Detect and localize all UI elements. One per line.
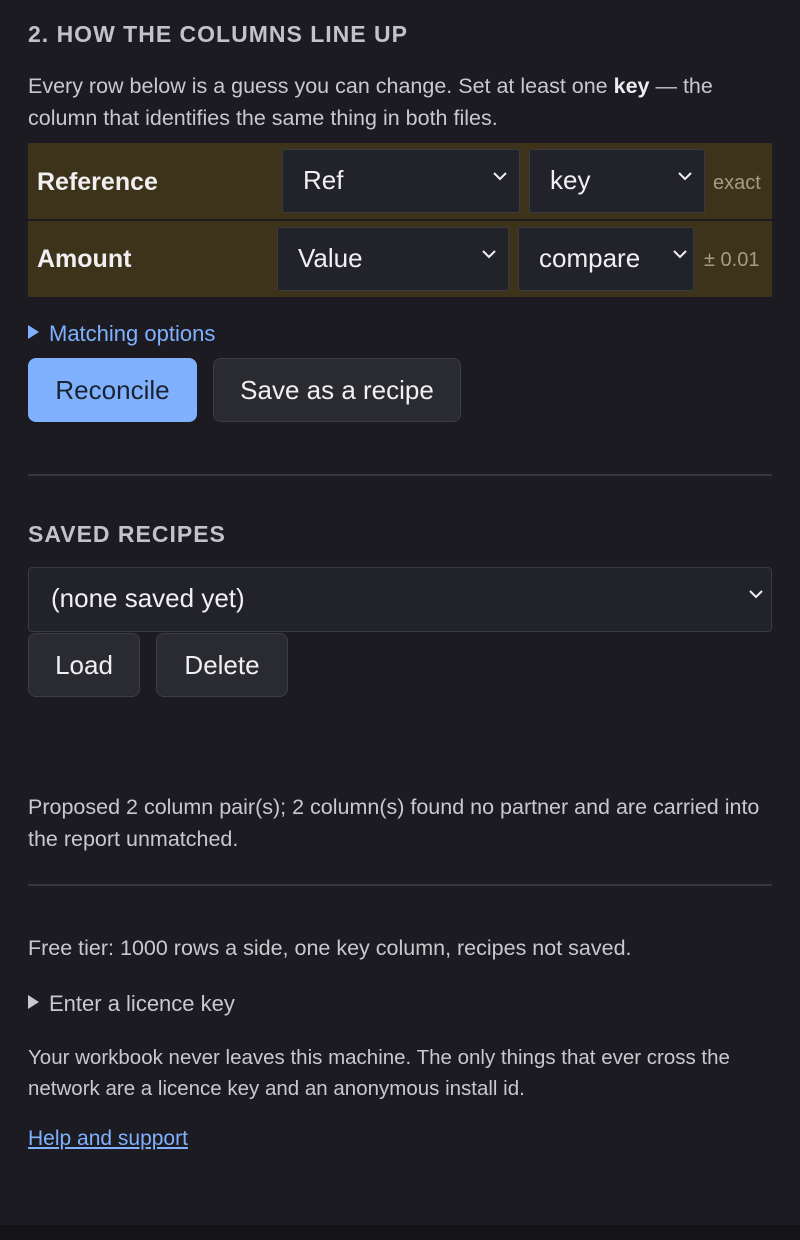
key-emphasis: key (613, 74, 650, 98)
mapping-row-reference: Reference Ref key exact (28, 143, 772, 219)
delete-recipe-button[interactable]: Delete (156, 633, 288, 697)
tolerance-note: ± 0.01 (704, 249, 760, 271)
recipe-select[interactable]: (none saved yet) (28, 567, 772, 632)
bottom-bar (0, 1225, 800, 1240)
save-recipe-button[interactable]: Save as a recipe (213, 358, 461, 422)
mapping-column-label: Amount (37, 245, 132, 273)
column-role-value: key (550, 165, 591, 195)
partner-column-select[interactable]: Ref (282, 149, 520, 213)
disclosure-triangle-icon (28, 995, 39, 1009)
disclosure-triangle-icon (28, 325, 39, 339)
column-role-select[interactable]: compare (518, 227, 694, 291)
matching-options-toggle[interactable]: Matching options (28, 321, 215, 347)
partner-column-value: Value (298, 243, 363, 273)
recipe-select-value: (none saved yet) (51, 583, 245, 613)
column-role-value: compare (539, 243, 641, 273)
match-rule-note: exact (713, 172, 761, 194)
column-role-select[interactable]: key (529, 149, 705, 213)
recipes-title: SAVED RECIPES (28, 521, 226, 547)
footer-divider (28, 884, 772, 886)
status-message: Proposed 2 column pair(s); 2 column(s) f… (28, 795, 760, 851)
section-title: 2. HOW THE COLUMNS LINE UP (28, 21, 408, 47)
section-intro: Every row below is a guess you can chang… (28, 74, 713, 130)
licence-key-toggle[interactable]: Enter a licence key (28, 991, 235, 1017)
partner-column-value: Ref (303, 165, 344, 195)
chevron-down-icon (673, 249, 687, 261)
partner-column-select[interactable]: Value (277, 227, 509, 291)
chevron-down-icon (749, 589, 763, 601)
section-divider (28, 474, 772, 476)
tier-notice: Free tier: 1000 rows a side, one key col… (28, 936, 632, 960)
reconcile-button[interactable]: Reconcile (28, 358, 197, 422)
help-support-link[interactable]: Help and support (28, 1127, 188, 1151)
mapping-column-label: Reference (37, 168, 158, 196)
mapping-row-amount: Amount Value compare ± 0.01 (28, 221, 772, 297)
load-recipe-button[interactable]: Load (28, 633, 140, 697)
chevron-down-icon (493, 171, 507, 183)
chevron-down-icon (678, 171, 692, 183)
privacy-note: Your workbook never leaves this machine.… (28, 1046, 730, 1100)
chevron-down-icon (482, 249, 496, 261)
